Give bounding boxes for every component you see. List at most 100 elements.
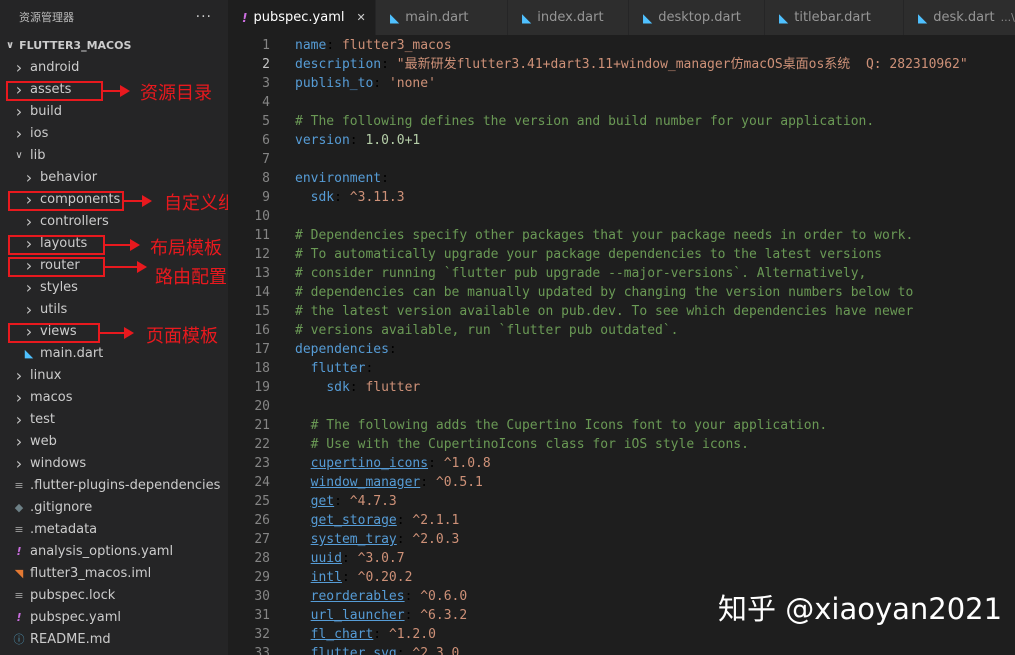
line-number: 20 <box>254 399 270 414</box>
tab-titlebar-dart[interactable]: ◣ titlebar.dart <box>765 0 904 35</box>
code-token: url_launcher <box>310 608 405 623</box>
code-line: 15 # the latest version available on pub.… <box>228 302 1015 321</box>
tree-item-macos[interactable]: › macos <box>0 386 228 408</box>
code-token: : <box>334 494 350 509</box>
tab-pubspec-yaml[interactable]: ! pubspec.yaml ✕ <box>228 0 376 35</box>
chevron-right-icon: › <box>15 409 23 429</box>
tree-item-utils[interactable]: › utils <box>0 298 228 320</box>
line-number: 15 <box>254 304 270 319</box>
close-icon[interactable]: ✕ <box>356 11 365 24</box>
code-token: sdk <box>326 380 350 395</box>
tree-item-label: flutter3_macos.iml <box>30 565 152 581</box>
code-token: ^1.0.8 <box>443 456 491 471</box>
code-token: ^2.3.0 <box>412 646 460 655</box>
code-token: : <box>365 361 374 376</box>
annotation-arrow-assets <box>103 85 130 97</box>
code-token: # Dependencies specify other packages th… <box>295 228 914 243</box>
line-code: cupertino_icons: ^1.0.8 <box>295 454 491 473</box>
code-token: # The following defines the version and … <box>295 114 875 129</box>
line-code: name: flutter3_macos <box>295 36 452 55</box>
tree-item-gitignore[interactable]: ◆ .gitignore <box>0 496 228 518</box>
line-number: 27 <box>254 532 270 547</box>
code-token: ^0.5.1 <box>435 475 483 490</box>
code-token: # The following adds the Cupertino Icons… <box>310 418 828 433</box>
chevron-down-icon: ∨ <box>15 149 23 161</box>
code-line: 13 # consider running `flutter pub upgrad… <box>228 264 1015 283</box>
tree-item-label: .flutter-plugins-dependencies <box>30 477 221 493</box>
line-number: 30 <box>254 589 270 604</box>
code-line: 29 intl: ^0.20.2 <box>228 568 1015 587</box>
annotation-arrow-views <box>100 327 134 339</box>
chevron-right-icon: › <box>15 365 23 385</box>
code-token: # To automatically upgrade your package … <box>295 247 882 262</box>
tree-item-flutter3-macos-iml[interactable]: ◥ flutter3_macos.iml <box>0 562 228 584</box>
line-number: 10 <box>254 209 270 224</box>
tree-item-lib[interactable]: ∨ lib <box>0 144 228 166</box>
tree-item-behavior[interactable]: › behavior <box>0 166 228 188</box>
line-code: # The following adds the Cupertino Icons… <box>295 416 828 435</box>
ellipsis-icon[interactable]: ··· <box>196 9 212 25</box>
chevron-right-icon: › <box>15 123 23 143</box>
line-code: description: "最新研发flutter3.41+dart3.11+w… <box>295 55 968 74</box>
code-line: 12 # To automatically upgrade your packag… <box>228 245 1015 264</box>
tree-item-android[interactable]: › android <box>0 56 228 78</box>
annotation-box-router <box>8 257 105 277</box>
tree-item-label: styles <box>40 279 78 295</box>
tree-item-readme-md[interactable]: ⓘ README.md <box>0 628 228 650</box>
line-number: 22 <box>254 437 270 452</box>
chevron-right-icon: › <box>15 453 23 473</box>
tree-item-web[interactable]: › web <box>0 430 228 452</box>
line-number: 31 <box>254 608 270 623</box>
tree-item-analysis-options-yaml[interactable]: ! analysis_options.yaml <box>0 540 228 562</box>
annotation-arrow-layouts <box>105 239 140 251</box>
tab-desk-dart[interactable]: ◣ desk.dart ...\macos <box>904 0 1015 35</box>
tree-item-windows[interactable]: › windows <box>0 452 228 474</box>
line-code: reorderables: ^0.6.0 <box>295 587 468 606</box>
code-token: ^6.3.2 <box>420 608 468 623</box>
code-token: : <box>404 589 421 604</box>
tree-item-ios[interactable]: › ios <box>0 122 228 144</box>
chevron-right-icon: › <box>15 431 23 451</box>
code-line: 10 <box>228 207 1015 226</box>
explorer-root-folder[interactable]: ∨ FLUTTER3_MACOS <box>0 34 228 56</box>
tree-item-label: ios <box>30 125 49 141</box>
tab-index-dart[interactable]: ◣ index.dart <box>508 0 629 35</box>
annotation-box-views <box>8 323 100 343</box>
line-code: sdk: ^3.11.3 <box>295 188 405 207</box>
code-line: 11 # Dependencies specify other packages … <box>228 226 1015 245</box>
tree-item-label: .gitignore <box>30 499 93 515</box>
line-number: 33 <box>254 646 270 655</box>
code-token: : <box>381 57 397 72</box>
code-token: ^0.20.2 <box>357 570 413 585</box>
file-tree: › android › assets › build › ios ∨ lib › behavior › c… <box>0 56 228 650</box>
tab-main-dart[interactable]: ◣ main.dart <box>376 0 508 35</box>
tab-desktop-dart[interactable]: ◣ desktop.dart <box>629 0 765 35</box>
tree-item-flutter-plugins-dependencies[interactable]: ≡ .flutter-plugins-dependencies <box>0 474 228 496</box>
code-token: dependencies <box>295 342 389 357</box>
code-token: : <box>388 342 397 357</box>
tree-item-test[interactable]: › test <box>0 408 228 430</box>
code-line: 18 flutter: <box>228 359 1015 378</box>
annotation-label-views: 页面模板 <box>146 326 218 347</box>
git-icon: ◆ <box>14 500 24 514</box>
line-number: 2 <box>262 57 270 72</box>
code-editor[interactable]: 1 name: flutter3_macos 2 description: "最新研发… <box>228 35 1015 655</box>
tree-item-pubspec-lock[interactable]: ≡ pubspec.lock <box>0 584 228 606</box>
chevron-right-icon: › <box>15 387 23 407</box>
code-line: 6 version: 1.0.0+1 <box>228 131 1015 150</box>
code-token: uuid <box>310 551 342 566</box>
tree-item-label: pubspec.yaml <box>30 609 121 625</box>
tree-item-pubspec-yaml[interactable]: ! pubspec.yaml <box>0 606 228 628</box>
tree-item-metadata[interactable]: ≡ .metadata <box>0 518 228 540</box>
code-token: ^3.11.3 <box>349 190 405 205</box>
line-number: 19 <box>254 380 270 395</box>
code-line: 19 sdk: flutter <box>228 378 1015 397</box>
code-line: 16 # versions available, run `flutter pub… <box>228 321 1015 340</box>
tree-item-linux[interactable]: › linux <box>0 364 228 386</box>
code-token: ^2.1.1 <box>412 513 460 528</box>
root-folder-label: FLUTTER3_MACOS <box>19 38 132 52</box>
